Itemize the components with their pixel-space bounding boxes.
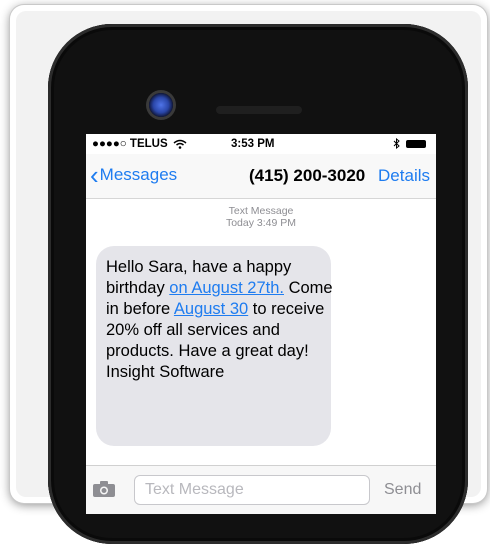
status-right [393, 138, 426, 150]
details-button[interactable]: Details [378, 166, 430, 186]
back-button[interactable]: ‹ Messages [90, 160, 178, 190]
wifi-icon [173, 139, 187, 149]
carrier-signal: ●●●●○ TELUS [92, 138, 187, 150]
status-time: 3:53 PM [231, 138, 275, 150]
back-label: Messages [99, 165, 178, 184]
front-camera-icon [149, 93, 173, 117]
bluetooth-icon [393, 138, 400, 150]
date-link-august-30[interactable]: August 30 [174, 300, 248, 318]
thread-header: Text Message Today 3:49 PM [86, 205, 436, 229]
message-input[interactable]: Text Message [134, 475, 370, 505]
phone-screen: ●●●●○ TELUS 3:53 PM ‹ Messages (415) 200… [86, 134, 436, 514]
status-bar: ●●●●○ TELUS 3:53 PM [86, 134, 436, 154]
message-type-label: Text Message [228, 205, 294, 217]
earpiece-speaker [216, 106, 302, 114]
message-timestamp: Today 3:49 PM [225, 217, 297, 229]
chevron-left-icon: ‹ [90, 160, 99, 190]
navigation-bar: ‹ Messages (415) 200-3020 Details [86, 154, 436, 199]
compose-bar: Text Message Send [86, 465, 436, 514]
send-button[interactable]: Send [384, 481, 421, 499]
message-text: Hello Sara, have a happy birthday on Aug… [106, 257, 336, 383]
carrier-label: ●●●●○ TELUS [92, 138, 168, 150]
phone-body: ●●●●○ TELUS 3:53 PM ‹ Messages (415) 200… [48, 24, 468, 544]
battery-icon [406, 139, 426, 148]
camera-icon[interactable] [93, 481, 115, 497]
date-link-august-27[interactable]: on August 27th. [169, 279, 284, 297]
contact-title: (415) 200-3020 [249, 166, 366, 185]
